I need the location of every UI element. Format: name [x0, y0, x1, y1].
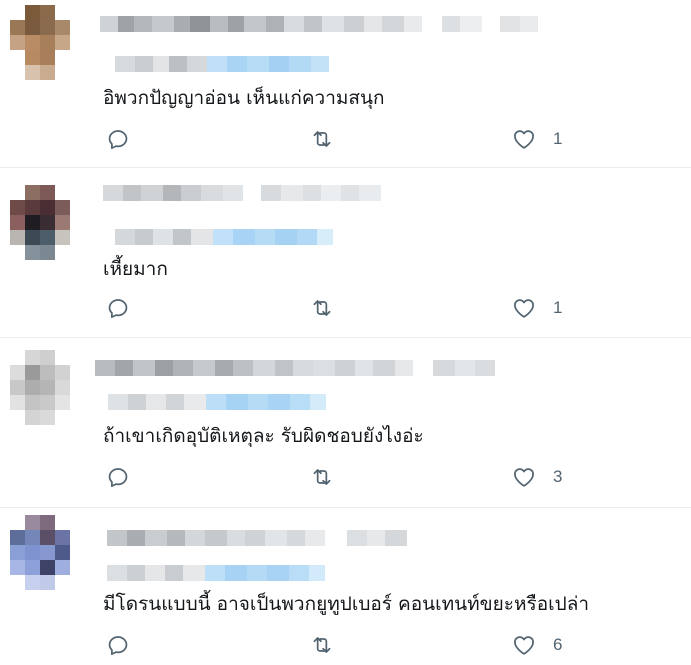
- redacted-reply-to[interactable]: [115, 56, 329, 72]
- avatar[interactable]: [10, 185, 70, 275]
- reply-card[interactable]: เหี้ยมาก 1: [0, 168, 691, 338]
- reply-actions: 1: [103, 293, 583, 323]
- reply-icon: [108, 636, 128, 655]
- redacted-reply-to[interactable]: [107, 565, 325, 581]
- like-button[interactable]: 6: [511, 630, 562, 660]
- like-icon: [514, 130, 534, 149]
- reply-actions: 6: [103, 630, 583, 660]
- like-icon: [514, 468, 534, 487]
- like-count: 1: [553, 129, 563, 148]
- redacted-username[interactable]: [107, 530, 407, 546]
- avatar[interactable]: [10, 515, 70, 605]
- reply-icon: [108, 130, 128, 149]
- redacted-reply-to[interactable]: [108, 394, 326, 410]
- avatar[interactable]: [10, 350, 70, 440]
- like-count: 1: [553, 298, 563, 317]
- reply-button[interactable]: [105, 293, 131, 323]
- redacted-reply-to[interactable]: [115, 229, 333, 245]
- reply-icon: [108, 299, 128, 318]
- redacted-username[interactable]: [100, 16, 538, 32]
- retweet-button[interactable]: [309, 124, 335, 154]
- retweet-icon: [313, 300, 331, 316]
- like-button[interactable]: 1: [511, 124, 562, 154]
- retweet-icon: [313, 131, 331, 147]
- reply-card[interactable]: ถ้าเขาเกิดอุบัติเหตุละ รับผิดชอบยังไงอ่ะ…: [0, 338, 691, 508]
- reply-button[interactable]: [105, 124, 131, 154]
- reply-actions: 3: [103, 462, 583, 492]
- retweet-button[interactable]: [309, 293, 335, 323]
- reply-actions: 1: [103, 124, 583, 154]
- reply-icon: [108, 468, 128, 487]
- reply-text: เหี้ยมาก: [103, 258, 168, 280]
- reply-card[interactable]: อิพวกปัญญาอ่อน เห็นแก่ความสนุก 1: [0, 0, 691, 168]
- retweet-icon: [313, 637, 331, 653]
- like-button[interactable]: 1: [511, 293, 562, 323]
- retweet-button[interactable]: [309, 630, 335, 660]
- like-count: 3: [553, 467, 563, 486]
- retweet-icon: [313, 469, 331, 485]
- redacted-username[interactable]: [103, 185, 381, 201]
- retweet-button[interactable]: [309, 462, 335, 492]
- like-icon: [514, 636, 534, 655]
- like-count: 6: [553, 635, 563, 654]
- like-icon: [514, 299, 534, 318]
- redacted-username[interactable]: [95, 360, 495, 376]
- reply-text: มีโดรนแบบนี้ อาจเป็นพวกยูทูปเบอร์ คอนเทน…: [103, 593, 590, 615]
- avatar[interactable]: [10, 5, 70, 95]
- reply-card[interactable]: มีโดรนแบบนี้ อาจเป็นพวกยูทูปเบอร์ คอนเทน…: [0, 508, 691, 665]
- replies-feed: อิพวกปัญญาอ่อน เห็นแก่ความสนุก 1 เหี้ยมา…: [0, 0, 691, 665]
- reply-text: ถ้าเขาเกิดอุบัติเหตุละ รับผิดชอบยังไงอ่ะ: [103, 425, 424, 447]
- like-button[interactable]: 3: [511, 462, 562, 492]
- reply-button[interactable]: [105, 462, 131, 492]
- reply-button[interactable]: [105, 630, 131, 660]
- reply-text: อิพวกปัญญาอ่อน เห็นแก่ความสนุก: [103, 87, 385, 109]
